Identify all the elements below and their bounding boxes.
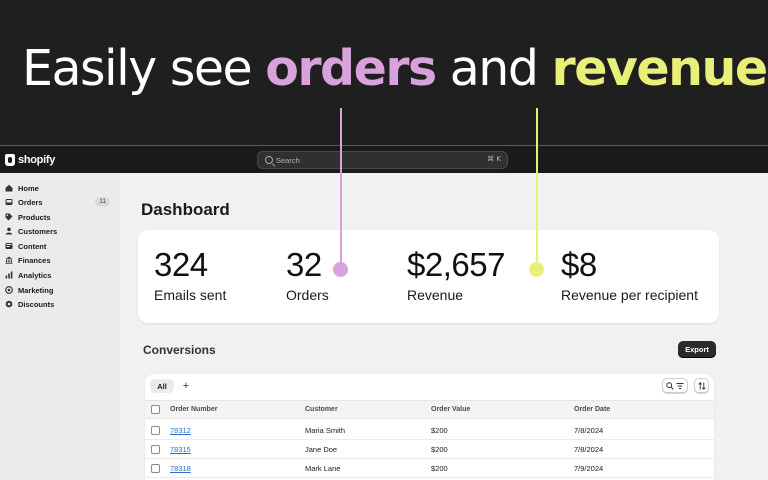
select-all-checkbox[interactable]: [151, 405, 160, 414]
bank-icon: [5, 256, 13, 264]
orders-icon: [5, 198, 13, 206]
column-header[interactable]: Order Number: [170, 406, 217, 413]
metric-emails-sent: 324 Emails sent: [154, 248, 226, 303]
column-header[interactable]: Order Date: [574, 406, 610, 413]
bar-chart-icon: [5, 271, 13, 279]
column-header[interactable]: Order Value: [431, 406, 470, 413]
metric-value: 32: [286, 246, 322, 283]
search-input[interactable]: [276, 153, 476, 167]
metric-label: Orders: [286, 287, 329, 303]
tab-all[interactable]: All: [150, 379, 174, 393]
logo-text: shopify: [18, 154, 56, 166]
table-row[interactable]: 78318 Mark Lane $200 7/9/2024: [145, 459, 714, 478]
row-checkbox[interactable]: [151, 445, 160, 454]
sidebar-item-label: Customers: [18, 226, 58, 236]
metrics-card: 324 Emails sent 32 Orders $2,657 Revenue…: [138, 230, 719, 323]
sidebar-item-label: Content: [18, 241, 47, 251]
sidebar-item-label: Discounts: [18, 299, 55, 309]
metric-revenue: $2,657 Revenue: [407, 248, 505, 303]
metric-value: $8: [561, 246, 597, 283]
sidebar: Home Orders 11 Products Customers Conten…: [0, 173, 120, 480]
sidebar-item-label: Orders: [18, 197, 43, 207]
metric-orders: 32 Orders: [286, 248, 329, 303]
revenue-callout-line: [536, 108, 538, 269]
filter-icon: [676, 382, 684, 389]
hero-banner: Easily see orders and revenue.: [0, 0, 768, 145]
search-icon: [666, 381, 674, 390]
sidebar-item-label: Home: [18, 183, 39, 193]
sidebar-item-products[interactable]: Products: [0, 210, 120, 224]
customer-cell: Maria Smith: [305, 426, 346, 435]
order-number-link[interactable]: 78312: [170, 426, 191, 435]
orders-callout-line: [340, 108, 342, 269]
sidebar-item-marketing[interactable]: Marketing: [0, 283, 120, 297]
conversions-title: Conversions: [143, 343, 216, 357]
metric-revenue-per-recipient: $8 Revenue per recipient: [561, 248, 698, 303]
sidebar-item-customers[interactable]: Customers: [0, 224, 120, 238]
metric-value: $2,657: [407, 246, 505, 283]
row-checkbox[interactable]: [151, 426, 160, 435]
order-date-cell: 7/8/2024: [574, 426, 604, 435]
add-view-button[interactable]: +: [179, 379, 193, 393]
target-icon: [5, 286, 13, 294]
table-row[interactable]: 78312 Maria Smith $200 7/8/2024: [145, 421, 714, 440]
order-value-cell: $200: [431, 445, 448, 454]
shopify-logo[interactable]: shopify: [5, 152, 55, 168]
sort-button[interactable]: [694, 378, 709, 393]
headline-revenue-word: revenue: [551, 40, 768, 97]
order-date-cell: 7/8/2024: [574, 445, 604, 454]
sort-icon: [697, 381, 706, 390]
sidebar-item-finances[interactable]: Finances: [0, 253, 120, 267]
top-bar: shopify ⌘ K: [0, 145, 768, 173]
sidebar-item-label: Finances: [18, 255, 51, 265]
sidebar-item-label: Analytics: [18, 270, 52, 280]
metric-value: 324: [154, 246, 208, 283]
revenue-callout-dot: [529, 262, 544, 277]
sidebar-item-orders[interactable]: Orders 11: [0, 195, 120, 209]
table-header: Order Number Customer Order Value Order …: [145, 400, 714, 419]
shopify-bag-icon: [5, 154, 15, 166]
search-shortcut: ⌘ K: [487, 155, 501, 163]
orders-count-badge: 11: [95, 197, 110, 207]
metric-label: Revenue: [407, 287, 464, 303]
page-title: Dashboard: [141, 200, 230, 219]
sidebar-item-home[interactable]: Home: [0, 181, 120, 195]
content-icon: [5, 242, 13, 250]
order-date-cell: 7/9/2024: [574, 464, 604, 473]
sidebar-item-discounts[interactable]: Discounts: [0, 297, 120, 311]
metric-label: Emails sent: [154, 287, 227, 303]
sidebar-item-label: Marketing: [18, 285, 54, 295]
search-filter-button[interactable]: [662, 378, 688, 393]
order-value-cell: $200: [431, 426, 448, 435]
conversions-table: All + Order Number Customer Order Value …: [145, 374, 714, 480]
sidebar-item-analytics[interactable]: Analytics: [0, 268, 120, 282]
row-checkbox[interactable]: [151, 464, 160, 473]
tag-icon: [5, 213, 13, 221]
sidebar-item-label: Products: [18, 212, 51, 222]
home-icon: [5, 184, 13, 192]
customer-cell: Jane Doe: [305, 445, 338, 454]
headline: Easily see orders and revenue.: [22, 44, 768, 93]
headline-orders-word: orders: [265, 40, 437, 97]
person-icon: [5, 227, 13, 235]
sidebar-item-content[interactable]: Content: [0, 239, 120, 253]
gear-icon: [5, 300, 13, 308]
customer-cell: Mark Lane: [305, 464, 341, 473]
export-button[interactable]: Export: [678, 341, 716, 358]
order-number-link[interactable]: 78318: [170, 464, 191, 473]
metric-label: Revenue per recipient: [561, 287, 698, 303]
order-number-link[interactable]: 78315: [170, 445, 191, 454]
main-content: Dashboard 324 Emails sent 32 Orders $2,6…: [120, 173, 768, 480]
search-bar[interactable]: ⌘ K: [257, 151, 508, 169]
column-header[interactable]: Customer: [305, 406, 338, 413]
headline-part-2: and: [435, 40, 552, 97]
search-icon: [265, 156, 273, 164]
headline-part-1: Easily see: [22, 40, 266, 97]
order-value-cell: $200: [431, 464, 448, 473]
table-row[interactable]: 78315 Jane Doe $200 7/8/2024: [145, 440, 714, 459]
orders-callout-dot: [333, 262, 348, 277]
